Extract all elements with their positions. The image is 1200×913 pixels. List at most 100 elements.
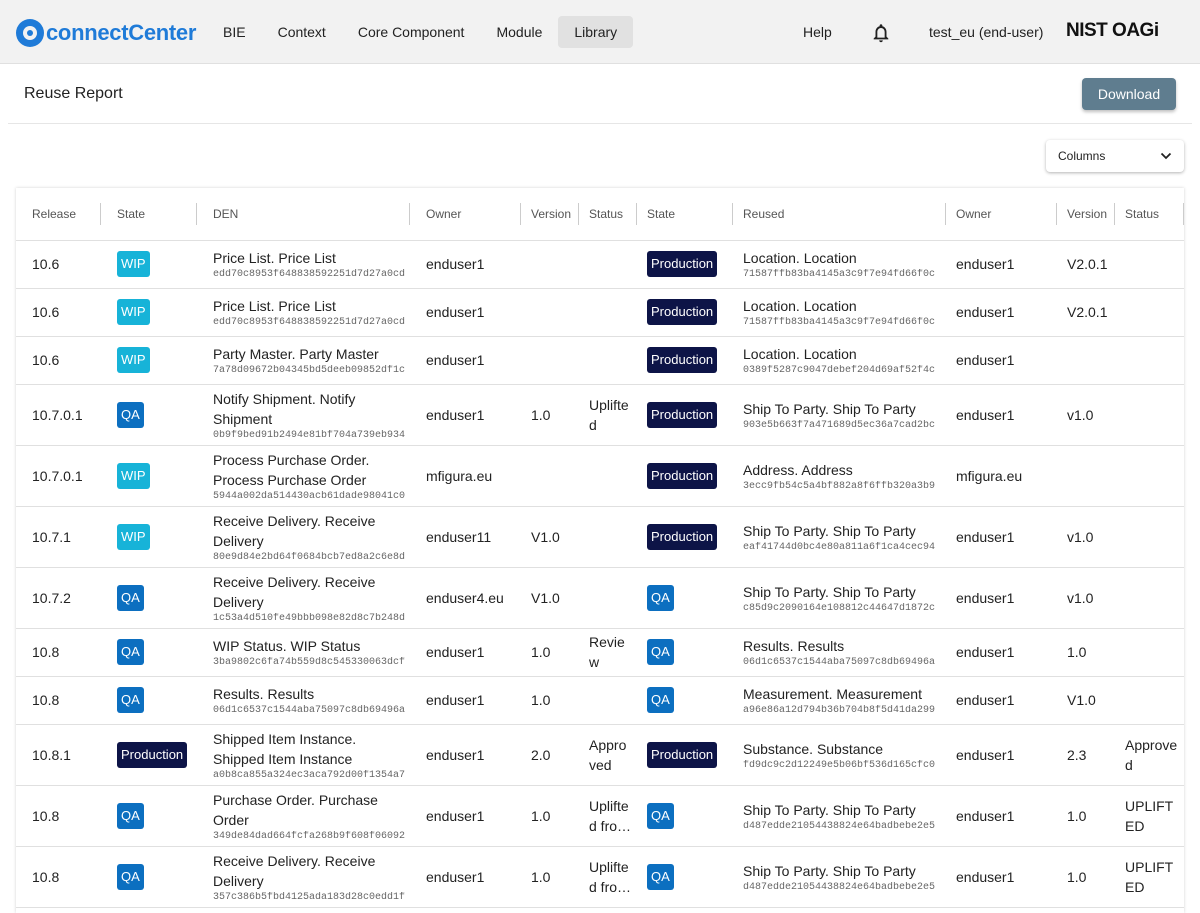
den-name[interactable]: Receive Delivery. Receive Delivery bbox=[213, 511, 410, 551]
table-row[interactable]: 10.7.1 WIP Receive Delivery. Receive Deliv… bbox=[16, 506, 1184, 568]
col-header-reused-status[interactable]: Status bbox=[1115, 188, 1184, 241]
den-cell[interactable]: Price List. Price List edd70c8953f6488385… bbox=[197, 240, 410, 289]
den-name[interactable]: Shipped Item Instance. Shipped Item Inst… bbox=[213, 729, 410, 769]
reused-version-cell: 2.3 bbox=[1057, 724, 1115, 786]
den-name[interactable]: Results. Results bbox=[213, 684, 410, 704]
table-row[interactable]: 10.8 QA Receive Delivery. Receive Delivery… bbox=[16, 846, 1184, 908]
den-name[interactable]: Process Purchase Order. Process Purchase… bbox=[213, 450, 410, 490]
col-header-reused[interactable]: Reused bbox=[733, 188, 946, 241]
reused-name[interactable]: Ship To Party. Ship To Party bbox=[743, 800, 946, 820]
reused-name[interactable]: Results. Results bbox=[743, 636, 946, 656]
den-cell[interactable]: Party Master. Party Master 7a78d09672b043… bbox=[197, 336, 410, 385]
den-name[interactable]: Purchase Order. Purchase Order bbox=[213, 790, 410, 830]
reused-status-cell bbox=[1115, 506, 1184, 568]
table-row[interactable]: 10.7.0.1 WIP Process Purchase Order. Proce… bbox=[16, 445, 1184, 507]
reused-name[interactable]: Ship To Party. Ship To Party bbox=[743, 399, 946, 419]
reused-cell[interactable]: Measurement. Measurement a96e86a12d794b36… bbox=[733, 676, 946, 725]
reused-name[interactable]: Ship To Party. Ship To Party bbox=[743, 861, 946, 881]
reused-cell[interactable]: Location. Location 0389f5287c9047debef204… bbox=[733, 336, 946, 385]
table-row[interactable]: 10.8.1 Production Shipped Item Instance. S… bbox=[16, 724, 1184, 786]
den-name[interactable]: Receive Delivery. Receive Delivery bbox=[213, 851, 410, 891]
nav-module[interactable]: Module bbox=[480, 16, 558, 48]
owner-cell: enduser1 bbox=[410, 676, 521, 725]
den-name[interactable]: Notify Shipment. Notify Shipment bbox=[213, 389, 410, 429]
table-row[interactable]: 10.8 QA Purchase Order. Purchase Order 349d… bbox=[16, 785, 1184, 847]
owner-cell: enduser1 bbox=[410, 288, 521, 337]
columns-select[interactable]: Columns bbox=[1046, 140, 1184, 172]
status-cell bbox=[579, 506, 637, 568]
reused-cell[interactable]: Results. Results 06d1c6537c1544aba75097c8… bbox=[733, 628, 946, 677]
table-row[interactable]: 10.7.0.1 QA Notify Shipment. Notify Shipme… bbox=[16, 384, 1184, 446]
reused-cell[interactable]: Ship To Party. Ship To Party eaf41744d0bc… bbox=[733, 506, 946, 568]
col-header-reused-version[interactable]: Version bbox=[1057, 188, 1115, 241]
user-menu[interactable]: test_eu (end-user) bbox=[929, 16, 1043, 48]
reused-state-badge: QA bbox=[647, 863, 674, 890]
reused-name[interactable]: Location. Location bbox=[743, 344, 946, 364]
reused-name[interactable]: Ship To Party. Ship To Party bbox=[743, 521, 946, 541]
col-header-den[interactable]: DEN bbox=[197, 188, 410, 241]
status-cell: Uplifted fro… bbox=[579, 785, 637, 847]
version-cell: 1.0 bbox=[521, 846, 579, 908]
state-cell: QA bbox=[101, 785, 197, 847]
help-menu[interactable]: Help bbox=[787, 16, 848, 48]
nav-bie[interactable]: BIE bbox=[207, 16, 262, 48]
den-name[interactable]: Price List. Price List bbox=[213, 248, 410, 268]
den-cell[interactable]: Shipped Item Instance. Shipped Item Inst… bbox=[197, 724, 410, 786]
download-button[interactable]: Download bbox=[1082, 78, 1176, 110]
den-cell[interactable]: Price List. Price List edd70c8953f6488385… bbox=[197, 288, 410, 337]
reused-name[interactable]: Address. Address bbox=[743, 460, 946, 480]
reused-name[interactable]: Ship To Party. Ship To Party bbox=[743, 582, 946, 602]
den-name[interactable]: Price List. Price List bbox=[213, 296, 410, 316]
col-header-owner[interactable]: Owner bbox=[410, 188, 521, 241]
reused-cell[interactable]: Ship To Party. Ship To Party d487edde2105… bbox=[733, 846, 946, 908]
den-cell[interactable]: WIP Status. WIP Status 3ba9802c6fa74b559d… bbox=[197, 628, 410, 677]
den-cell[interactable]: Receive Delivery. Receive Delivery 357c38… bbox=[197, 846, 410, 908]
reused-owner-cell: enduser1 bbox=[946, 240, 1057, 289]
reused-owner-cell: enduser1 bbox=[946, 506, 1057, 568]
brand-logo[interactable]: connectCenter bbox=[16, 17, 196, 49]
reused-name[interactable]: Measurement. Measurement bbox=[743, 684, 946, 704]
col-header-version[interactable]: Version bbox=[521, 188, 579, 241]
col-header-reused-owner[interactable]: Owner bbox=[946, 188, 1057, 241]
den-cell[interactable]: Purchase Order. Purchase Order 349de84dad… bbox=[197, 785, 410, 847]
den-cell[interactable]: Notify Shipment. Notify Shipment 0b9f9bed… bbox=[197, 384, 410, 446]
reused-cell[interactable]: Location. Location 71587ffb83ba4145a3c9f7… bbox=[733, 288, 946, 337]
owner-cell: enduser11 bbox=[410, 506, 521, 568]
reused-cell[interactable]: Ship To Party. Ship To Party d487edde2105… bbox=[733, 785, 946, 847]
table-row[interactable]: 10.6 WIP Price List. Price List edd70c8953f… bbox=[16, 240, 1184, 289]
reused-id: 06d1c6537c1544aba75097c8db69496a bbox=[743, 657, 936, 668]
den-cell[interactable]: Receive Delivery. Receive Delivery 80e9d8… bbox=[197, 506, 410, 568]
table-row[interactable]: 10.8 QA Results. Results 06d1c6537c1544aba7… bbox=[16, 676, 1184, 725]
reused-cell[interactable]: Substance. Substance fd9dc9c2d12249e5b06b… bbox=[733, 724, 946, 786]
reused-cell[interactable]: Ship To Party. Ship To Party c85d9c209016… bbox=[733, 567, 946, 629]
reused-cell[interactable]: Ship To Party. Ship To Party 903e5b663f7a… bbox=[733, 384, 946, 446]
table-row[interactable]: 10.7.2 QA Receive Delivery. Receive Delive… bbox=[16, 567, 1184, 629]
reused-cell[interactable]: Location. Location 71587ffb83ba4145a3c9f7… bbox=[733, 240, 946, 289]
nav-core-component[interactable]: Core Component bbox=[342, 16, 481, 48]
reused-name[interactable]: Substance. Substance bbox=[743, 739, 946, 759]
reused-version-cell: V2.0.1 bbox=[1057, 288, 1115, 337]
bell-icon[interactable] bbox=[870, 22, 892, 44]
nav-context[interactable]: Context bbox=[262, 16, 342, 48]
col-header-reused-state[interactable]: State bbox=[637, 188, 733, 241]
den-name[interactable]: WIP Status. WIP Status bbox=[213, 636, 410, 656]
table-row[interactable]: 10.8 QA WIP Status. WIP Status 3ba9802c6fa7… bbox=[16, 628, 1184, 677]
col-header-release[interactable]: Release bbox=[16, 188, 101, 241]
table-row[interactable]: 10.6 WIP Party Master. Party Master 7a78d09… bbox=[16, 336, 1184, 385]
den-id: 0b9f9bed91b2494e81bf704a739eb934 bbox=[213, 429, 406, 441]
den-cell[interactable]: Process Purchase Order. Process Purchase… bbox=[197, 445, 410, 507]
reused-name[interactable]: Location. Location bbox=[743, 296, 946, 316]
nav-library[interactable]: Library bbox=[558, 16, 634, 48]
den-cell[interactable]: Results. Results 06d1c6537c1544aba75097c8… bbox=[197, 676, 410, 725]
reused-state-badge: Production bbox=[647, 299, 718, 325]
reused-name[interactable]: Location. Location bbox=[743, 248, 946, 268]
col-header-status[interactable]: Status bbox=[579, 188, 637, 241]
den-name[interactable]: Receive Delivery. Receive Delivery bbox=[213, 572, 410, 612]
table-row[interactable]: 10.6 WIP Price List. Price List edd70c8953f… bbox=[16, 288, 1184, 337]
reused-cell[interactable]: Address. Address 3ecc9fb54c5a4bf882a8f6ff… bbox=[733, 445, 946, 507]
den-cell[interactable]: Receive Delivery. Receive Delivery 1c53a4… bbox=[197, 567, 410, 629]
den-name[interactable]: Party Master. Party Master bbox=[213, 344, 410, 364]
reused-owner-cell: enduser1 bbox=[946, 567, 1057, 629]
release-cell: 10.8 bbox=[16, 628, 101, 677]
col-header-state[interactable]: State bbox=[101, 188, 197, 241]
